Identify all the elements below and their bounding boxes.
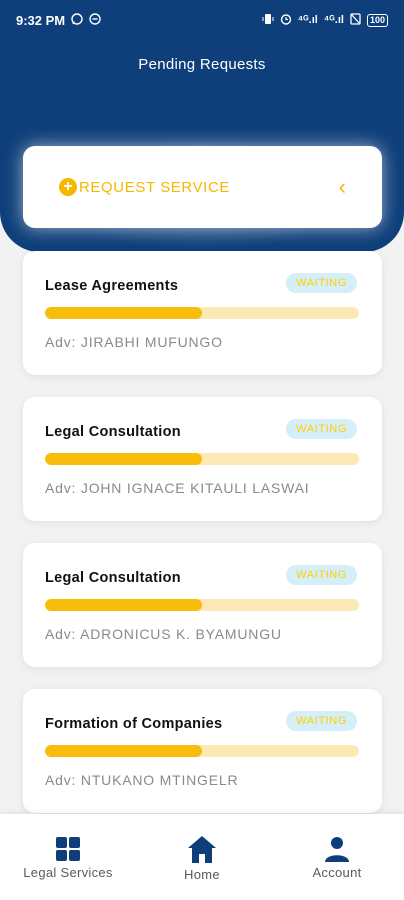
status-badge: WAITING xyxy=(286,419,357,439)
request-title: Formation of Companies xyxy=(45,716,223,732)
battery-indicator: 100 xyxy=(366,13,388,27)
nav-label-home: Home xyxy=(184,867,220,882)
progress-bar xyxy=(45,453,359,465)
request-title: Legal Consultation xyxy=(45,570,181,586)
request-title: Legal Consultation xyxy=(45,424,181,440)
nav-label-account: Account xyxy=(312,865,362,880)
progress-fill xyxy=(45,599,202,611)
minus-circle-icon xyxy=(89,12,101,28)
status-badge: WAITING xyxy=(286,273,357,293)
user-icon xyxy=(325,837,349,862)
no-sim-icon xyxy=(350,12,361,28)
progress-fill xyxy=(45,745,202,757)
bottom-navigation: Legal Services Home Account xyxy=(0,814,404,900)
request-service-label: REQUEST SERVICE xyxy=(79,178,230,196)
grid-icon xyxy=(56,837,80,861)
progress-bar xyxy=(45,307,359,319)
alarm-icon xyxy=(280,13,292,28)
chevron-left-icon[interactable]: ‹ xyxy=(339,174,346,200)
progress-fill xyxy=(45,453,202,465)
whatsapp-icon xyxy=(71,12,83,28)
home-icon xyxy=(188,836,216,863)
signal-4g-icon: ⁴ᴳ.ıl xyxy=(323,13,344,26)
advocate-name: Adv: JOHN IGNACE KITAULI LASWAI xyxy=(45,480,310,496)
page-title: Pending Requests xyxy=(138,56,266,73)
status-badge: WAITING xyxy=(286,565,357,585)
status-time: 9:32 PM xyxy=(16,12,66,28)
signal-4g-icon: ⁴ᴳ.ıl xyxy=(297,13,318,26)
request-title: Lease Agreements xyxy=(45,278,179,294)
status-badge: WAITING xyxy=(286,711,357,731)
advocate-name: Adv: JIRABHI MUFUNGO xyxy=(45,334,223,350)
advocate-name: Adv: ADRONICUS K. BYAMUNGU xyxy=(45,626,282,642)
progress-bar xyxy=(45,745,359,757)
request-card[interactable]: Legal Consultation WAITING Adv: ADRONICU… xyxy=(23,543,382,667)
advocate-name: Adv: NTUKANO MTINGELR xyxy=(45,772,239,788)
nav-label-legal-services: Legal Services xyxy=(23,865,113,880)
progress-fill xyxy=(45,307,202,319)
status-bar: 9:32 PM ⁴ᴳ.ıl ⁴ᴳ.ıl 100 xyxy=(0,0,404,40)
request-card[interactable]: Legal Consultation WAITING Adv: JOHN IGN… xyxy=(23,397,382,521)
progress-bar xyxy=(45,599,359,611)
nav-home[interactable]: Home xyxy=(160,814,244,900)
nav-legal-services[interactable]: Legal Services xyxy=(18,814,118,900)
plus-circle-icon: + xyxy=(59,178,77,196)
request-card[interactable]: Formation of Companies WAITING Adv: NTUK… xyxy=(23,689,382,813)
nav-account[interactable]: Account xyxy=(290,814,384,900)
vibrate-icon xyxy=(262,13,274,28)
request-card[interactable]: Lease Agreements WAITING Adv: JIRABHI MU… xyxy=(23,251,382,375)
request-service-button[interactable]: + REQUEST SERVICE ‹ xyxy=(23,146,382,228)
